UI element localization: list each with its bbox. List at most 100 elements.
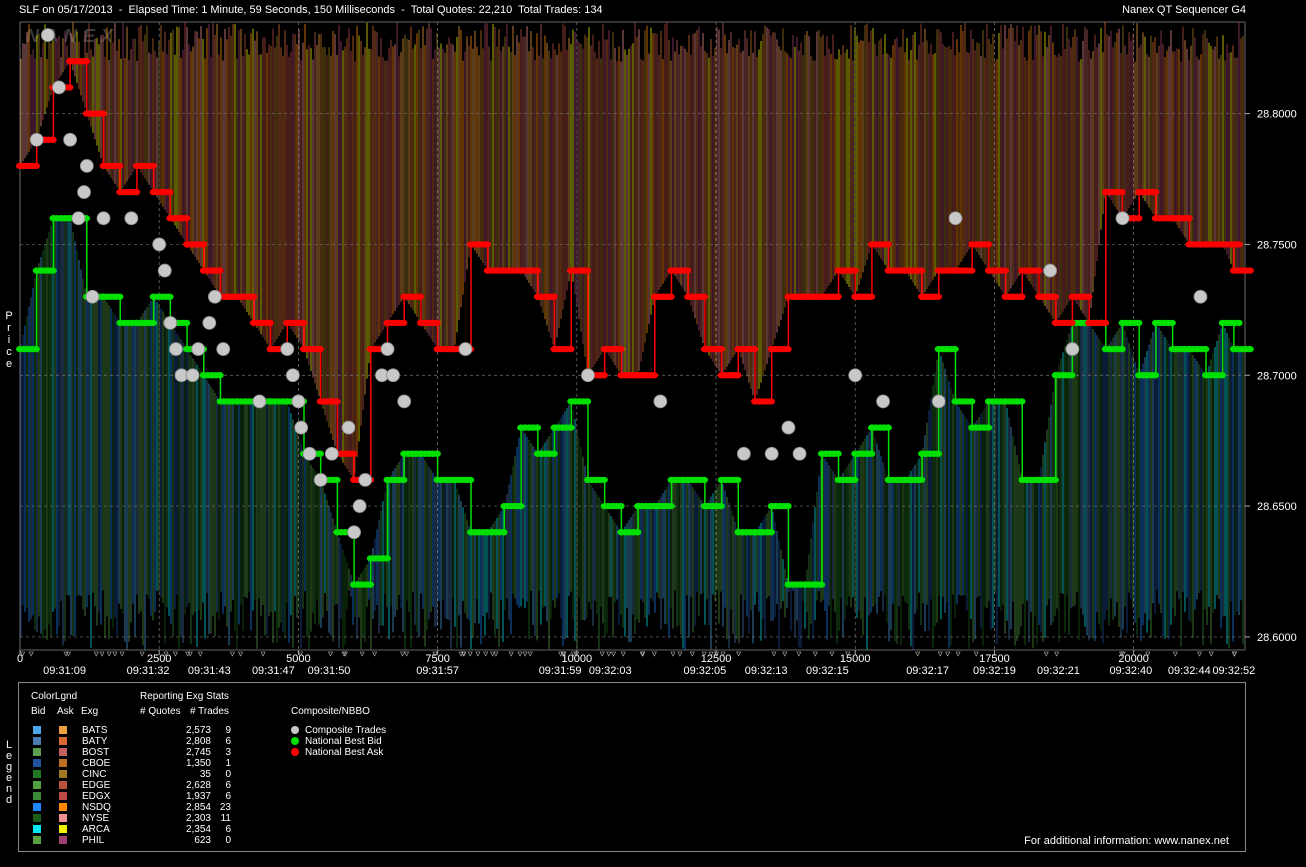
nbo-point bbox=[1017, 293, 1026, 300]
time-label: 09:32:19 bbox=[973, 665, 1016, 677]
nbb-point bbox=[48, 267, 57, 274]
legend-row-cboe: CBOE 1,350 1 bbox=[19, 758, 249, 769]
legend-composite-header: Composite/NBBO bbox=[291, 706, 370, 717]
nbo-point bbox=[666, 293, 675, 300]
title-bar: SLF on 05/17/2013 - Elapsed Time: 1 Minu… bbox=[0, 0, 1306, 18]
ask-swatch bbox=[59, 726, 67, 734]
nbb-point bbox=[1218, 372, 1227, 379]
trade-count: 6 bbox=[225, 791, 231, 802]
nbo-point bbox=[65, 84, 74, 91]
legend-row-phil: PHIL 623 0 bbox=[19, 835, 249, 846]
price-chart: NANEX28.600028.650028.700028.750028.8000… bbox=[16, 21, 1297, 677]
exchange-name: NYSE bbox=[82, 813, 110, 824]
nbo-point bbox=[249, 293, 258, 300]
trade-count: 0 bbox=[225, 769, 231, 780]
y-tick-label: 28.8000 bbox=[1257, 109, 1297, 121]
nbb-point bbox=[366, 581, 375, 588]
nbo-point bbox=[599, 372, 608, 379]
trade-tick-marker bbox=[599, 651, 605, 657]
nbb-point bbox=[165, 293, 174, 300]
composite-trade-point bbox=[397, 394, 412, 409]
composite-trade-point bbox=[380, 342, 395, 356]
bid-swatch bbox=[33, 825, 41, 833]
nbo-point bbox=[265, 319, 274, 327]
composite-legend-label: Composite Trades bbox=[305, 725, 387, 736]
legend-colorlgnd-header: ColorLgnd bbox=[31, 691, 78, 702]
trade-tick-marker bbox=[620, 651, 626, 657]
time-label: 09:32:05 bbox=[683, 665, 726, 677]
nbb-point bbox=[182, 319, 191, 327]
trade-tick-marker bbox=[945, 651, 951, 657]
trade-tick-marker bbox=[327, 651, 333, 657]
quote-count: 2,303 bbox=[185, 813, 211, 824]
nbb-point bbox=[783, 502, 792, 510]
nbb-point bbox=[984, 424, 993, 431]
nbo-point bbox=[82, 58, 91, 65]
nbb-point bbox=[716, 502, 725, 510]
composite-trade-point bbox=[294, 420, 309, 435]
nbo-point bbox=[132, 188, 141, 196]
quote-count: 623 bbox=[194, 835, 211, 846]
nbo-point bbox=[650, 372, 659, 379]
legend-row-edgx: EDGX 1,937 6 bbox=[19, 791, 249, 802]
trade-tick-marker bbox=[119, 651, 125, 657]
composite-trade-point bbox=[152, 237, 167, 252]
nbo-point bbox=[1134, 215, 1143, 222]
legend-row-nyse: NYSE 2,303 11 bbox=[19, 813, 249, 824]
nbo-point bbox=[1000, 267, 1009, 274]
time-label: 09:31:50 bbox=[308, 665, 351, 677]
composite-trade-point bbox=[848, 368, 863, 383]
trade-tick-marker bbox=[1197, 651, 1203, 657]
trade-tick-marker bbox=[527, 651, 533, 657]
time-label: 09:32:17 bbox=[906, 665, 949, 677]
composite-trade-point bbox=[280, 342, 295, 356]
y-tick-label: 28.7000 bbox=[1257, 370, 1297, 382]
composite-trade-point bbox=[386, 368, 400, 383]
composite-trade-point bbox=[341, 420, 356, 435]
nbo-point bbox=[566, 345, 575, 353]
quote-count: 2,745 bbox=[185, 747, 211, 758]
composite-trade-point bbox=[352, 499, 367, 513]
nbb-point bbox=[399, 476, 408, 484]
time-label: 09:32:13 bbox=[745, 665, 788, 677]
ask-swatch bbox=[59, 825, 67, 833]
trade-count: 23 bbox=[219, 802, 231, 813]
trade-tick-marker bbox=[372, 651, 378, 657]
nbb-point bbox=[382, 555, 391, 562]
y-tick-label: 28.6500 bbox=[1257, 501, 1297, 513]
trade-tick-marker bbox=[651, 651, 657, 657]
nbo-point bbox=[583, 267, 592, 274]
quote-count: 2,628 bbox=[185, 780, 211, 791]
nbo-point bbox=[165, 188, 174, 196]
trade-tick-marker bbox=[1172, 651, 1178, 657]
nbo-point bbox=[1184, 215, 1193, 222]
nbb-point bbox=[883, 424, 892, 431]
exchange-name: EDGE bbox=[82, 780, 111, 791]
trade-tick-marker bbox=[1054, 651, 1060, 657]
nbo-point bbox=[533, 267, 542, 274]
x-tick-label: 17500 bbox=[979, 653, 1010, 665]
nbo-point bbox=[934, 293, 943, 300]
nbb-point bbox=[1067, 372, 1076, 379]
trade-tick-marker bbox=[829, 651, 835, 657]
nbb-point bbox=[1234, 319, 1243, 327]
composite-trade-point bbox=[285, 368, 300, 383]
nbb-point bbox=[549, 450, 558, 457]
composite-trade-point bbox=[202, 316, 217, 330]
nbb-point bbox=[583, 398, 592, 405]
composite-trade-point bbox=[40, 28, 55, 42]
time-label: 09:32:52 bbox=[1212, 665, 1255, 677]
composite-trade-point bbox=[124, 211, 139, 226]
trade-tick-marker bbox=[812, 651, 818, 657]
nbb-point bbox=[1245, 345, 1254, 353]
nbo-point bbox=[967, 267, 976, 274]
nbo-point bbox=[1050, 293, 1059, 300]
ask-swatch bbox=[59, 748, 67, 756]
nbo-point bbox=[683, 267, 692, 274]
composite-trade-point bbox=[79, 159, 94, 173]
nbo-point bbox=[984, 241, 993, 248]
ask-swatch bbox=[59, 814, 67, 822]
trade-tick-marker bbox=[172, 651, 178, 657]
composite-trade-point bbox=[876, 394, 890, 409]
legend-ask-header: Ask bbox=[57, 706, 74, 717]
